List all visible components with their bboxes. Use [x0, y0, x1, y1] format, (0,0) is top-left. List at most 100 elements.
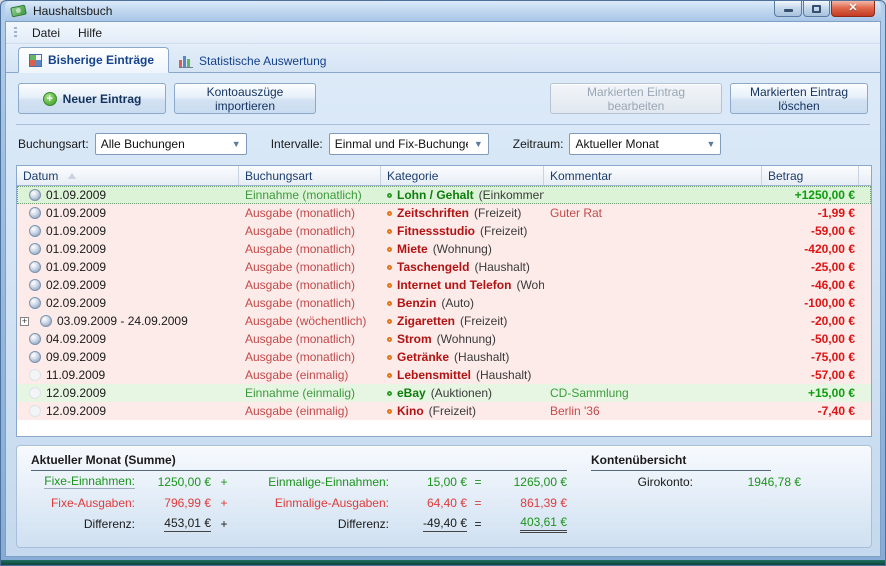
- row-category-cell: Lebensmittel(Haushalt): [381, 368, 544, 382]
- filter-zeitraum: Zeitraum: Aktueller Monat ▼: [513, 133, 722, 155]
- table-icon: [29, 54, 42, 67]
- category-group: (Freizeit): [480, 224, 527, 238]
- column-header-kategorie[interactable]: Kategorie: [381, 166, 544, 185]
- new-entry-button[interactable]: + Neuer Eintrag: [18, 83, 166, 114]
- table-row[interactable]: +03.09.2009 - 24.09.2009Ausgabe (wöchent…: [17, 312, 871, 330]
- row-date: 03.09.2009 - 24.09.2009: [57, 314, 188, 328]
- fixed-expense-label: Fixe-Ausgaben:: [31, 492, 135, 513]
- tab-statistische-auswertung[interactable]: Statistische Auswertung: [169, 49, 340, 73]
- category-bullet-icon: [387, 247, 392, 252]
- import-statements-button[interactable]: Kontoauszüge importieren: [174, 83, 316, 114]
- column-label: Datum: [23, 169, 58, 183]
- chevron-down-icon: ▼: [232, 139, 241, 149]
- new-entry-label: Neuer Eintrag: [63, 92, 142, 106]
- row-date: 01.09.2009: [46, 206, 106, 220]
- recurring-clock-icon: [29, 243, 41, 255]
- row-amount: -25,00 €: [762, 260, 859, 274]
- edit-entry-button[interactable]: Markierten Eintrag bearbeiten: [550, 83, 722, 114]
- category-group: (Einkommen): [479, 188, 544, 202]
- equals-operator: =: [467, 471, 489, 492]
- row-date: 02.09.2009: [46, 296, 106, 310]
- table-row[interactable]: 01.09.2009 Ausgabe (monatlich)Miete(Wohnu…: [17, 240, 871, 258]
- column-label: Kommentar: [550, 169, 612, 183]
- category-bullet-icon: [387, 193, 392, 198]
- account-row: Girokonto: 1946,78 €: [591, 471, 821, 493]
- table-row[interactable]: 12.09.2009Einnahme (einmalig)eBay(Auktio…: [17, 384, 871, 402]
- column-header-datum[interactable]: Datum: [17, 166, 239, 185]
- row-type: Einnahme (einmalig): [239, 386, 381, 400]
- menu-item-datei[interactable]: Datei: [23, 24, 69, 42]
- row-date-cell: 01.09.2009: [17, 188, 239, 202]
- tab-page: + Neuer Eintrag Kontoauszüge importieren…: [6, 73, 880, 556]
- expand-icon[interactable]: +: [20, 317, 29, 326]
- table-row[interactable]: 01.09.2009Ausgabe (monatlich)Fitnessstud…: [17, 222, 871, 240]
- category-group: (Wohnung): [433, 242, 492, 256]
- intervalle-select[interactable]: Einmal und Fix-Buchungen ▼: [329, 133, 489, 155]
- row-date: 12.09.2009: [46, 404, 106, 418]
- row-amount: -420,00 €: [762, 242, 859, 256]
- bar-chart-icon: [179, 55, 193, 68]
- total-expense-value: 861,39 €: [489, 492, 567, 513]
- onetime-income-value: 15,00 €: [389, 471, 467, 492]
- title-bar[interactable]: Haushaltsbuch ✕: [5, 1, 881, 21]
- column-header-kommentar[interactable]: Kommentar: [544, 166, 762, 185]
- row-type: Ausgabe (monatlich): [239, 350, 381, 364]
- row-type: Ausgabe (monatlich): [239, 206, 381, 220]
- row-date-cell: 01.09.2009: [17, 260, 239, 274]
- row-date: 02.09.2009: [46, 278, 106, 292]
- row-date: 04.09.2009: [46, 332, 106, 346]
- zeitraum-select[interactable]: Aktueller Monat ▼: [569, 133, 721, 155]
- close-button[interactable]: ✕: [831, 1, 875, 17]
- toolbar-grip-icon: [14, 27, 17, 39]
- row-date-cell: +03.09.2009 - 24.09.2009: [17, 314, 239, 328]
- category-group: (Haushalt): [474, 260, 529, 274]
- maximize-button[interactable]: [803, 1, 830, 17]
- category-group: (Freizeit): [460, 314, 507, 328]
- equals-operator: =: [467, 492, 489, 513]
- table-row[interactable]: 04.09.2009Ausgabe (monatlich)Strom(Wohnu…: [17, 330, 871, 348]
- filter-bar: Buchungsart: Alle Buchungen ▼ Intervalle…: [16, 125, 870, 164]
- table-rows: 01.09.2009Einnahme (monatlich)Lohn / Geh…: [17, 186, 871, 420]
- table-row[interactable]: 02.09.2009Ausgabe (monatlich)Internet un…: [17, 276, 871, 294]
- menu-item-hilfe[interactable]: Hilfe: [69, 24, 111, 42]
- table-row[interactable]: 02.09.2009Ausgabe (monatlich)Benzin(Auto…: [17, 294, 871, 312]
- toolbar: + Neuer Eintrag Kontoauszüge importieren…: [16, 81, 870, 125]
- tab-bisherige-eintraege[interactable]: Bisherige Einträge: [18, 47, 169, 73]
- category-name: Internet und Telefon: [397, 278, 511, 292]
- row-date: 01.09.2009: [46, 242, 106, 256]
- delete-entry-button[interactable]: Markierten Eintrag löschen: [730, 83, 868, 114]
- category-group: (Haushalt): [476, 368, 531, 382]
- row-category-cell: Strom(Wohnung): [381, 332, 544, 346]
- plus-icon: +: [43, 92, 57, 106]
- one-time-icon: [29, 405, 41, 417]
- difference-onetime-value: -49,40 €: [389, 513, 467, 534]
- row-amount: -46,00 €: [762, 278, 859, 292]
- row-date-cell: 02.09.2009: [17, 278, 239, 292]
- table-row[interactable]: 01.09.2009Einnahme (monatlich)Lohn / Geh…: [17, 186, 871, 204]
- account-balance: 1946,78 €: [701, 475, 801, 489]
- difference-total-value: 403,61 €: [489, 513, 567, 534]
- row-comment: Guter Rat: [544, 206, 762, 220]
- table-row[interactable]: 12.09.2009 Ausgabe (einmalig)Kino(Freizei…: [17, 402, 871, 420]
- row-type: Ausgabe (einmalig): [239, 404, 381, 418]
- row-date: 01.09.2009: [46, 188, 106, 202]
- table-row[interactable]: 01.09.2009 Ausgabe (monatlich) Zeitschrift…: [17, 204, 871, 222]
- column-header-spacer: [859, 166, 873, 185]
- row-amount: -75,00 €: [762, 350, 859, 364]
- table-row[interactable]: 01.09.2009Ausgabe (monatlich)Taschengeld…: [17, 258, 871, 276]
- row-type: Ausgabe (monatlich): [239, 242, 381, 256]
- category-name: Zeitschriften: [397, 206, 469, 220]
- buchungsart-select[interactable]: Alle Buchungen ▼: [95, 133, 247, 155]
- row-category-cell: Kino(Freizeit): [381, 404, 544, 418]
- table-row[interactable]: 11.09.2009Ausgabe (einmalig)Lebensmittel…: [17, 366, 871, 384]
- column-header-betrag[interactable]: Betrag: [762, 166, 859, 185]
- column-header-buchungsart[interactable]: Buchungsart: [239, 166, 381, 185]
- row-category-cell: Fitnessstudio(Freizeit): [381, 224, 544, 238]
- plus-operator: +: [211, 492, 237, 513]
- row-amount: -1,99 €: [762, 206, 859, 220]
- row-category-cell: Miete(Wohnung): [381, 242, 544, 256]
- category-bullet-icon: [387, 301, 392, 306]
- table-row[interactable]: 09.09.2009Ausgabe (monatlich)Getränke(Ha…: [17, 348, 871, 366]
- tab-bar: Bisherige Einträge Statistische Auswertu…: [6, 44, 880, 73]
- minimize-button[interactable]: [774, 1, 802, 17]
